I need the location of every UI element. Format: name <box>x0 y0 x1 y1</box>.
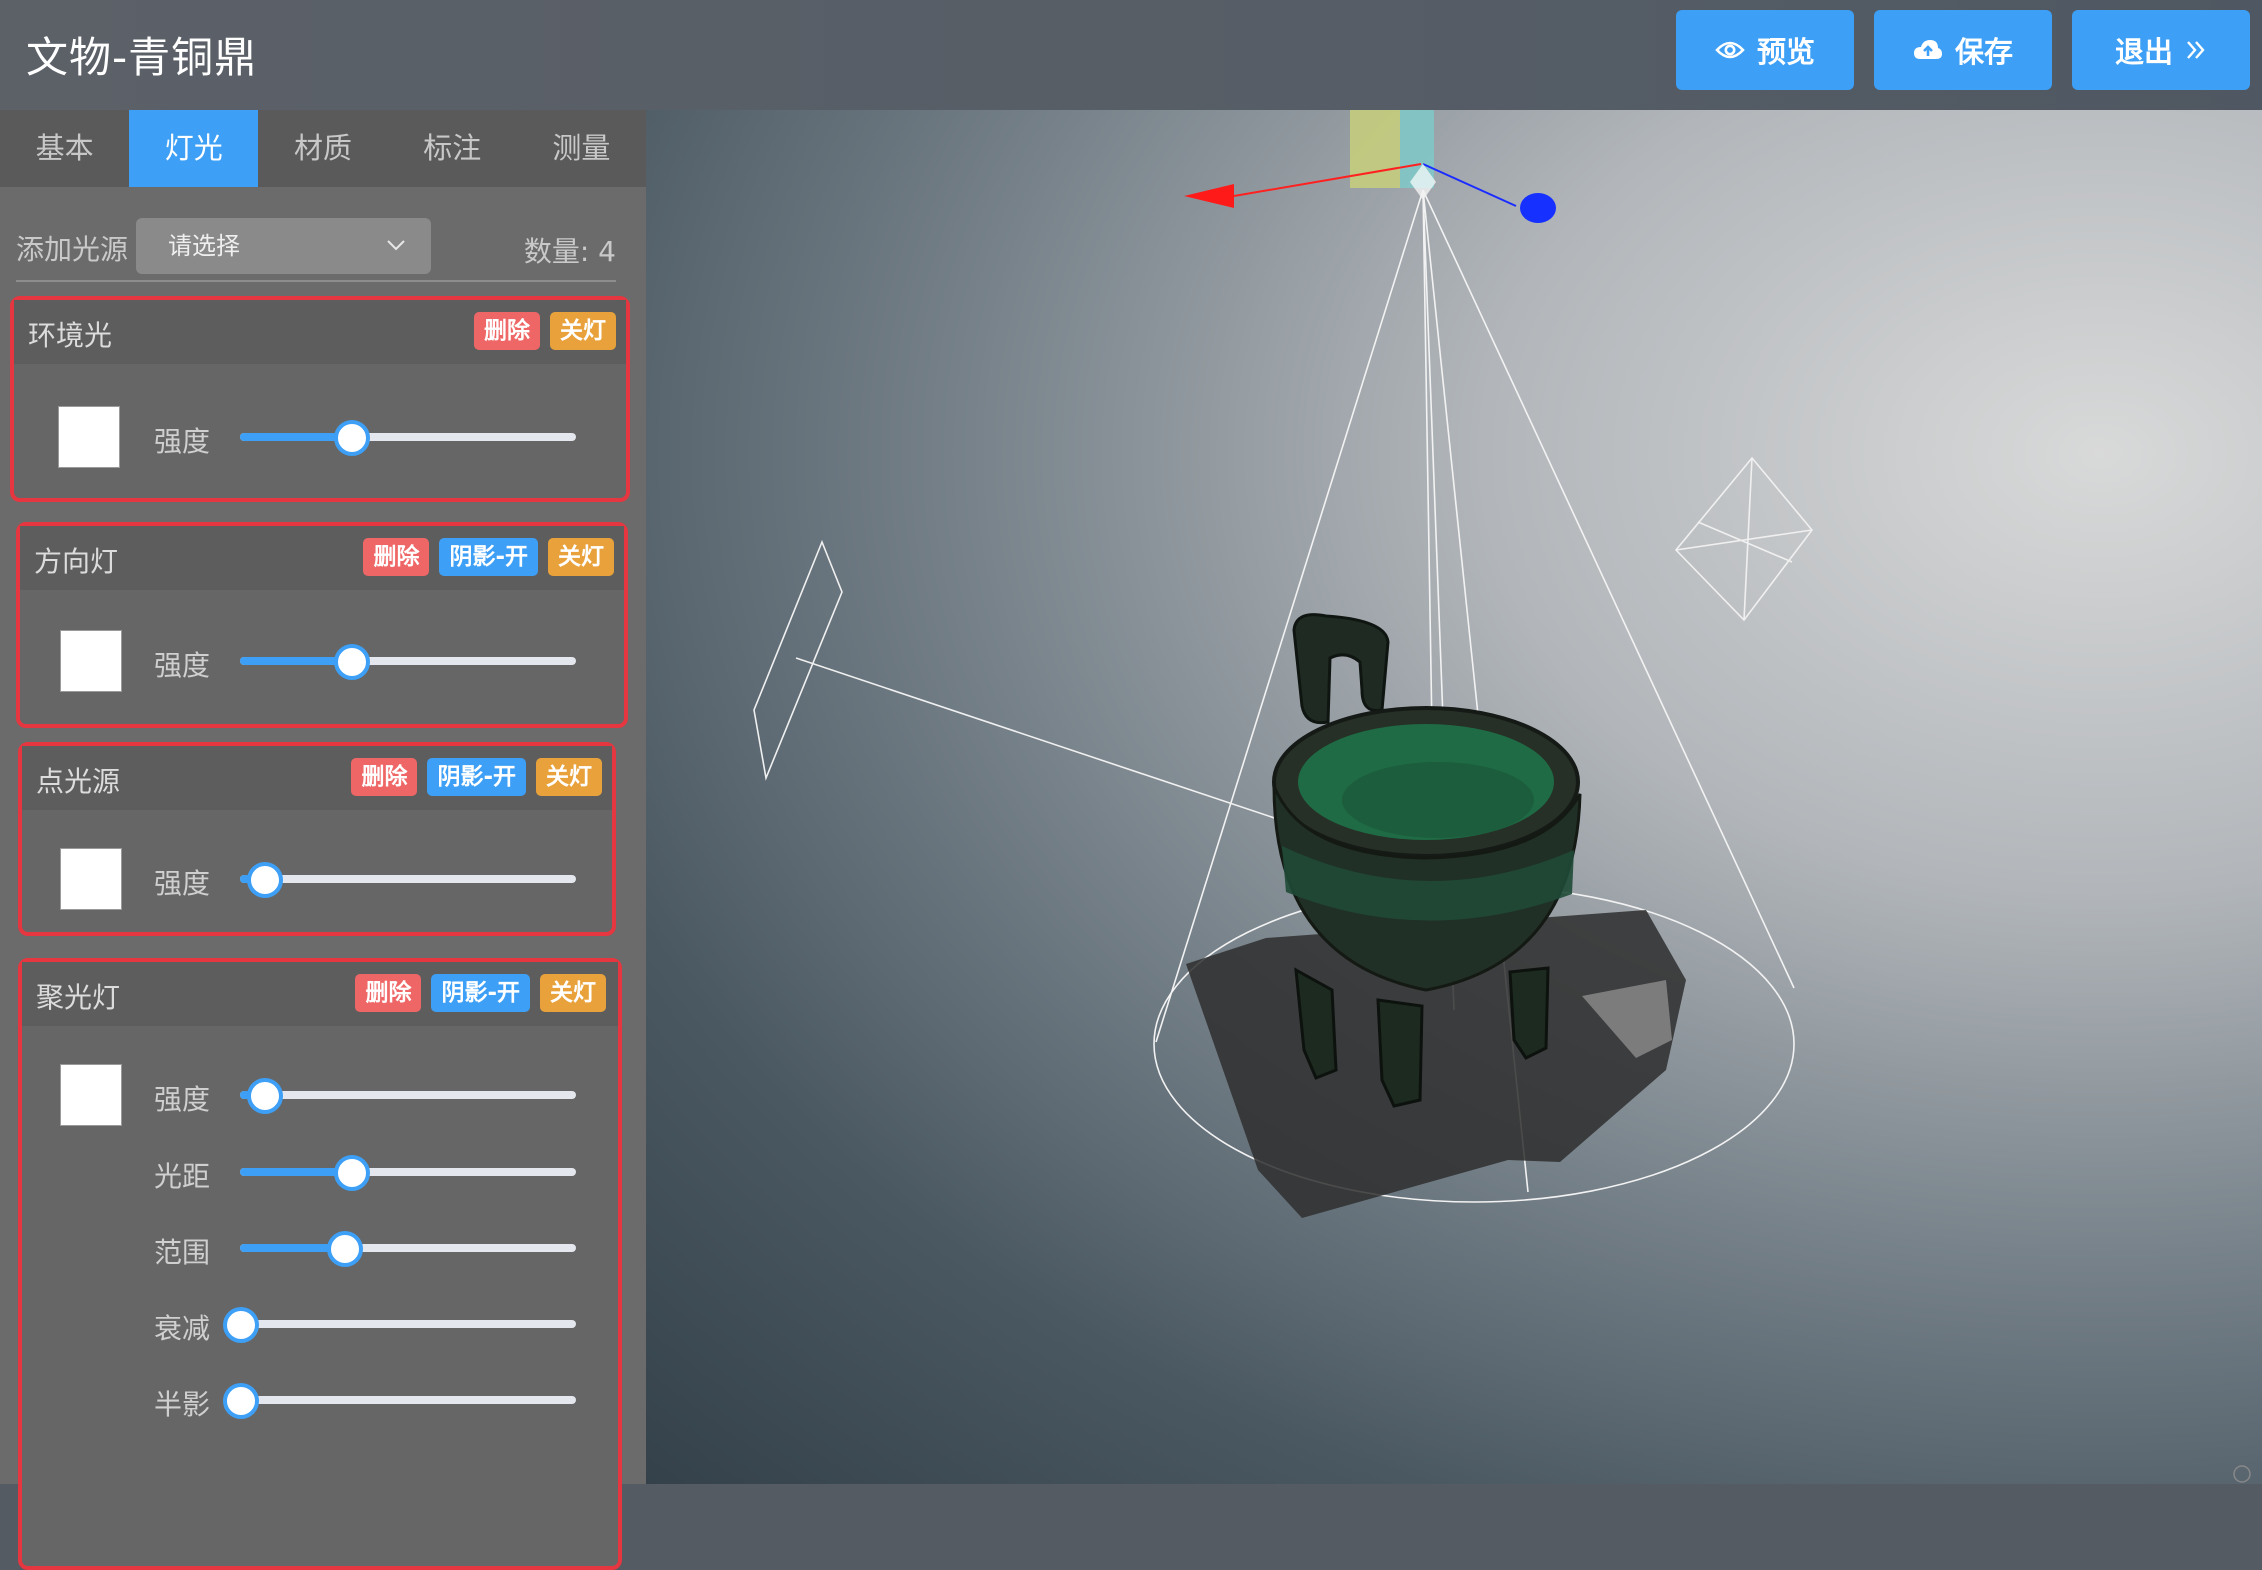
light-card-header: 聚光灯 删除 阴影-开 关灯 <box>22 962 618 1026</box>
slider-row: 光距 <box>22 1147 620 1197</box>
light-type-select[interactable]: 请选择 <box>136 218 431 274</box>
shadow-toggle-button[interactable]: 阴影-开 <box>431 974 530 1012</box>
transform-gizmo[interactable] <box>1184 110 1556 223</box>
distance-label: 光距 <box>154 1160 211 1193</box>
save-button[interactable]: 保存 <box>1874 10 2052 90</box>
tab-annotation[interactable]: 标注 <box>388 110 517 187</box>
light-card-header: 方向灯 删除 阴影-开 关灯 <box>20 526 624 590</box>
slider-thumb[interactable] <box>223 1307 259 1343</box>
shadow-toggle-button[interactable]: 阴影-开 <box>427 758 526 796</box>
cloud-upload-icon <box>1913 40 1942 59</box>
intensity-label: 强度 <box>154 1083 211 1116</box>
light-count: 数量: 4 <box>523 235 616 268</box>
delete-light-button[interactable]: 删除 <box>351 758 418 796</box>
add-light-row: 添加光源 请选择 数量: 4 <box>16 218 616 278</box>
scene-canvas[interactable] <box>646 110 2262 1484</box>
z-axis-handle-icon[interactable] <box>1520 193 1556 223</box>
light-name: 点光源 <box>36 765 121 798</box>
penumbra-label: 半影 <box>154 1388 211 1421</box>
angle-label: 范围 <box>154 1236 211 1269</box>
tab-measure[interactable]: 测量 <box>517 110 646 187</box>
angle-slider[interactable] <box>240 1231 576 1267</box>
intensity-slider[interactable] <box>240 420 576 456</box>
chevron-down-icon <box>387 240 405 251</box>
light-card-directional: 方向灯 删除 阴影-开 关灯 强度 <box>16 522 628 728</box>
slider-row: 强度 <box>22 854 620 904</box>
slider-row: 衰减 <box>22 1299 620 1349</box>
top-bar: 文物-青铜鼎 预览 保存 退出 <box>0 0 2262 110</box>
light-settings-panel: 基本 灯光 材质 标注 测量 添加光源 请选择 数量: 4 环境光 删除 关灯 … <box>0 110 646 1570</box>
light-card-ambient: 环境光 删除 关灯 强度 <box>10 296 630 502</box>
slider-thumb[interactable] <box>333 644 370 680</box>
intensity-label: 强度 <box>154 867 211 900</box>
3d-viewport[interactable] <box>646 110 2262 1484</box>
light-off-button[interactable]: 关灯 <box>540 974 606 1012</box>
corner-indicator-icon <box>2233 1465 2251 1483</box>
tab-lighting[interactable]: 灯光 <box>129 110 259 187</box>
intensity-slider[interactable] <box>240 644 576 680</box>
add-light-label: 添加光源 <box>16 233 129 266</box>
exit-button[interactable]: 退出 <box>2072 10 2250 90</box>
double-chevron-right-icon <box>2187 41 2205 59</box>
slider-thumb[interactable] <box>223 1383 259 1419</box>
point-light-helper <box>1674 456 1814 622</box>
light-off-button[interactable]: 关灯 <box>548 538 614 576</box>
light-name: 聚光灯 <box>36 981 121 1014</box>
x-axis-arrow-icon[interactable] <box>1184 184 1234 208</box>
slider-thumb[interactable] <box>333 420 370 456</box>
preview-label: 预览 <box>1756 35 1815 69</box>
eye-icon <box>1715 41 1745 59</box>
slider-thumb[interactable] <box>333 1155 370 1191</box>
light-off-button[interactable]: 关灯 <box>536 758 602 796</box>
panel-tabs: 基本 灯光 材质 标注 测量 <box>0 110 646 187</box>
delete-light-button[interactable]: 删除 <box>355 974 422 1012</box>
intensity-slider[interactable] <box>240 1078 576 1114</box>
light-card-header: 环境光 删除 关灯 <box>14 300 626 364</box>
light-card-point: 点光源 删除 阴影-开 关灯 强度 <box>18 742 616 936</box>
intensity-slider[interactable] <box>240 862 576 898</box>
light-name: 环境光 <box>28 319 113 352</box>
light-card-spot: 聚光灯 删除 阴影-开 关灯 强度 光距 范围 衰减 半影 <box>18 958 622 1570</box>
app-title: 文物-青铜鼎 <box>26 33 258 82</box>
light-card-header: 点光源 删除 阴影-开 关灯 <box>22 746 612 810</box>
delete-light-button[interactable]: 删除 <box>474 312 540 350</box>
decay-label: 衰减 <box>154 1312 211 1345</box>
intensity-label: 强度 <box>154 425 211 458</box>
preview-button[interactable]: 预览 <box>1676 10 1854 90</box>
slider-row: 强度 <box>22 1070 620 1120</box>
light-name: 方向灯 <box>34 545 119 578</box>
select-placeholder: 请选择 <box>168 232 240 260</box>
slider-row: 强度 <box>14 412 612 462</box>
tab-basic[interactable]: 基本 <box>0 110 129 187</box>
exit-label: 退出 <box>2114 35 2173 69</box>
slider-thumb[interactable] <box>246 1078 283 1114</box>
light-off-button[interactable]: 关灯 <box>550 312 616 350</box>
penumbra-slider[interactable] <box>223 1383 576 1419</box>
delete-light-button[interactable]: 删除 <box>363 538 430 576</box>
slider-row: 范围 <box>22 1223 620 1273</box>
slider-row: 强度 <box>20 636 618 686</box>
divider <box>16 280 616 282</box>
shadow-toggle-button[interactable]: 阴影-开 <box>439 538 538 576</box>
distance-slider[interactable] <box>240 1155 576 1191</box>
slider-thumb[interactable] <box>246 862 283 898</box>
decay-slider[interactable] <box>223 1307 576 1343</box>
save-label: 保存 <box>1954 35 2013 69</box>
intensity-label: 强度 <box>154 649 211 682</box>
slider-row: 半影 <box>22 1375 620 1425</box>
slider-thumb[interactable] <box>327 1231 364 1267</box>
tab-material[interactable]: 材质 <box>258 110 387 187</box>
